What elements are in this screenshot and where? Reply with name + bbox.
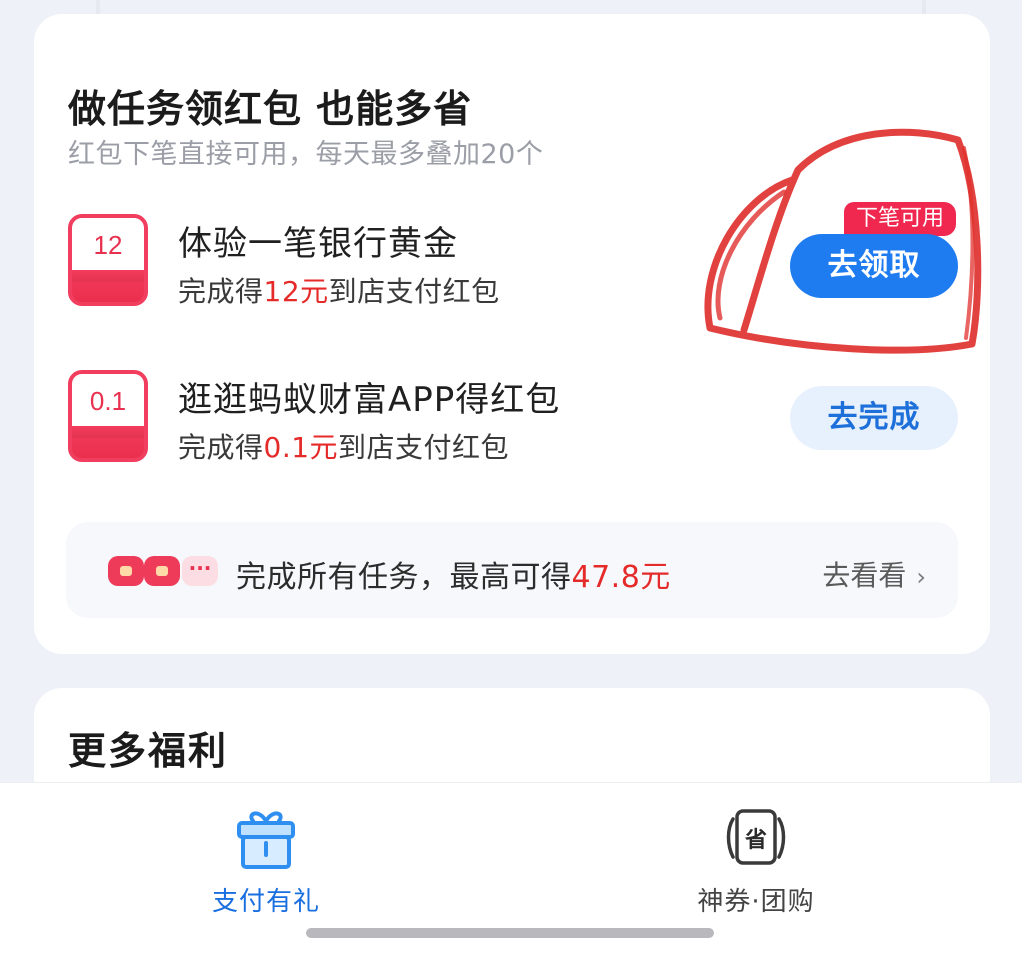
red-packet-icon: [108, 556, 144, 586]
badge-value: 0.1: [89, 386, 127, 416]
red-packet-icon: [144, 556, 180, 586]
more-benefits-title: 更多福利: [68, 729, 229, 773]
all-tasks-summary-row[interactable]: ··· 完成所有任务，最高可得47.8元 去看看 ›: [66, 522, 958, 618]
task-description: 完成得12元到店支付红包: [178, 275, 500, 308]
coupon-save-icon: 省: [726, 809, 786, 865]
gift-icon: [237, 811, 295, 869]
reward-amount: 12元: [263, 275, 329, 308]
save-icon-text: 省: [744, 828, 767, 853]
task-description: 完成得0.1元到店支付红包: [178, 431, 510, 464]
badge-value: 12: [93, 230, 123, 260]
card-title: 做任务领红包 也能多省: [68, 87, 473, 131]
claim-button[interactable]: 去领取: [790, 234, 958, 298]
tasks-card: 做任务领红包 也能多省 红包下笔直接可用，每天最多叠加20个 12 体验一笔银行…: [34, 14, 990, 654]
task-name: 逛逛蚂蚁财富APP得红包: [178, 380, 561, 420]
reward-amount: 0.1元: [263, 431, 339, 464]
screen: 做任务领红包 也能多省 红包下笔直接可用，每天最多叠加20个 12 体验一笔银行…: [0, 0, 1022, 960]
available-next-tag: 下笔可用: [844, 202, 956, 236]
view-link[interactable]: 去看看 ›: [822, 554, 926, 594]
tab-label: 支付有礼: [211, 887, 320, 917]
tab-coupons-groupbuy[interactable]: 省 神券·团购: [656, 807, 856, 917]
card-subtitle: 红包下笔直接可用，每天最多叠加20个: [68, 139, 544, 170]
complete-button[interactable]: 去完成: [790, 386, 958, 450]
home-indicator: [306, 928, 714, 938]
tab-payment-gifts[interactable]: 支付有礼: [166, 807, 366, 917]
red-packet-badge-icon: 0.1: [68, 370, 148, 462]
red-packet-badge-icon: 12: [68, 214, 148, 306]
max-reward-amount: 47.8元: [571, 560, 671, 595]
chevron-right-icon: ›: [916, 563, 926, 591]
task-item-ant-wealth: 0.1 逛逛蚂蚁财富APP得红包 完成得0.1元到店支付红包 去完成: [68, 370, 958, 470]
more-icon: ···: [182, 556, 218, 586]
tab-label: 神券·团购: [697, 887, 815, 917]
task-item-bank-gold: 12 体验一笔银行黄金 完成得12元到店支付红包 下笔可用 去领取: [68, 202, 958, 314]
summary-text: 完成所有任务，最高可得47.8元: [236, 560, 671, 595]
task-name: 体验一笔银行黄金: [178, 224, 458, 264]
